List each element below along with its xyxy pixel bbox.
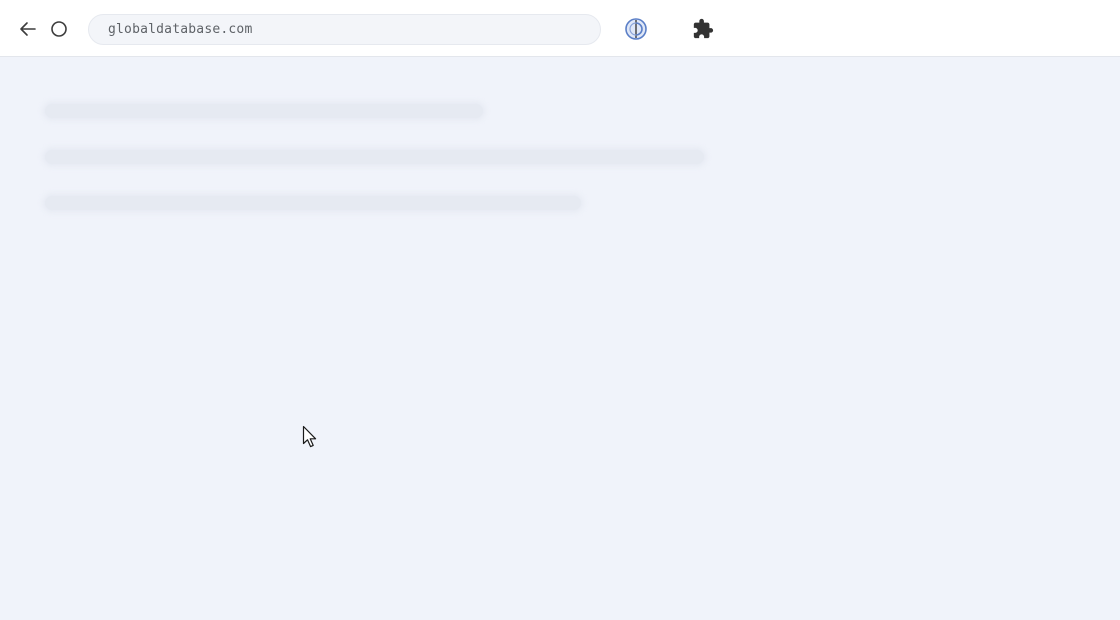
puzzle-piece-icon [693,18,714,39]
page-content [0,57,1120,620]
extension-logo-icon [625,18,647,40]
url-text: globaldatabase.com [108,22,253,37]
address-bar[interactable]: globaldatabase.com [88,14,601,45]
browser-toolbar: globaldatabase.com [0,0,1120,57]
back-button[interactable] [14,15,42,43]
reload-icon [51,21,67,37]
loading-skeleton-line [45,196,581,210]
extension-logo-button[interactable] [622,15,650,43]
back-arrow-icon [20,22,36,36]
loading-skeleton-line [45,150,704,164]
loading-skeleton-line [45,104,483,118]
reload-button[interactable] [45,15,73,43]
extensions-button[interactable] [689,15,717,43]
